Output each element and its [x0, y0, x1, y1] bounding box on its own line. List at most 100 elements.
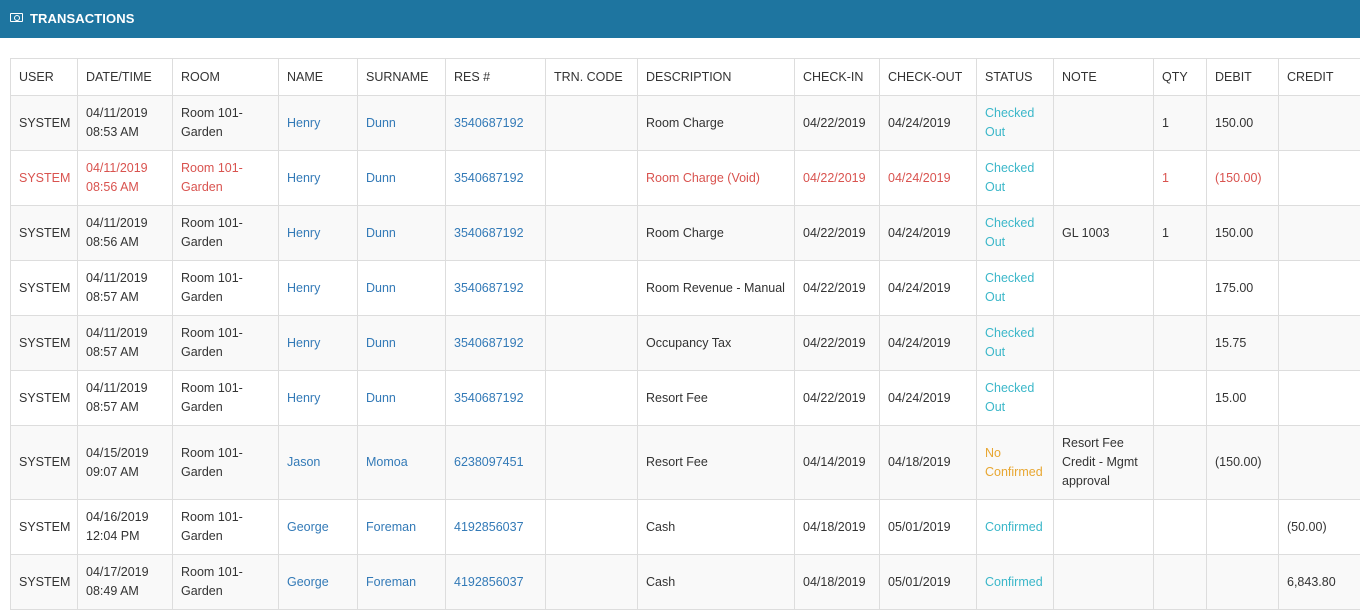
cell-credit: 6,843.80	[1279, 555, 1360, 610]
guest-name-link[interactable]: George	[279, 555, 358, 610]
cell-credit	[1279, 151, 1360, 206]
cell-credit	[1279, 371, 1360, 426]
column-header-user[interactable]: USER	[11, 59, 78, 96]
column-header-qty[interactable]: QTY	[1154, 59, 1207, 96]
cell-time: 08:56 AM	[86, 180, 139, 194]
reservation-number-link[interactable]: 3540687192	[446, 96, 546, 151]
guest-surname-link[interactable]: Foreman	[358, 555, 446, 610]
column-header-checkin[interactable]: CHECK-IN	[795, 59, 880, 96]
reservation-number-link[interactable]: 3540687192	[446, 371, 546, 426]
column-header-note[interactable]: NOTE	[1054, 59, 1154, 96]
cell-trn-code	[546, 316, 638, 371]
status-badge: CheckedOut	[977, 316, 1054, 371]
cell-checkout: 04/24/2019	[880, 151, 977, 206]
column-header-room[interactable]: ROOM	[173, 59, 279, 96]
cell-debit: 150.00	[1207, 96, 1279, 151]
guest-surname-link[interactable]: Dunn	[358, 96, 446, 151]
cell-date: 04/17/2019	[86, 565, 149, 579]
cell-room-line2: Garden	[181, 345, 223, 359]
cell-room-line2: Garden	[181, 235, 223, 249]
cell-trn-code	[546, 261, 638, 316]
cell-datetime: 04/11/201908:56 AM	[78, 151, 173, 206]
cell-qty	[1154, 316, 1207, 371]
cell-date: 04/11/2019	[86, 216, 148, 230]
cell-room-line1: Room 101-	[181, 271, 243, 285]
note-line1: Resort Fee	[1062, 436, 1124, 450]
cell-room: Room 101-Garden	[173, 261, 279, 316]
column-header-surname[interactable]: SURNAME	[358, 59, 446, 96]
cell-user: SYSTEM	[11, 206, 78, 261]
table-header-row: USER DATE/TIME ROOM NAME SURNAME RES # T…	[11, 59, 1360, 96]
column-header-status[interactable]: STATUS	[977, 59, 1054, 96]
guest-name-link[interactable]: George	[279, 500, 358, 555]
cell-user: SYSTEM	[11, 316, 78, 371]
guest-surname-link[interactable]: Dunn	[358, 206, 446, 261]
guest-name-link[interactable]: Henry	[279, 151, 358, 206]
cell-description: Cash	[638, 500, 795, 555]
cell-note	[1054, 316, 1154, 371]
guest-surname-link[interactable]: Dunn	[358, 261, 446, 316]
guest-name-link[interactable]: Henry	[279, 316, 358, 371]
table-row: SYSTEM 04/11/201908:57 AM Room 101-Garde…	[11, 316, 1360, 371]
status-line2: Confirmed	[985, 465, 1043, 479]
cell-note	[1054, 371, 1154, 426]
guest-surname-link[interactable]: Dunn	[358, 371, 446, 426]
guest-name-link[interactable]: Henry	[279, 371, 358, 426]
guest-surname-link[interactable]: Dunn	[358, 151, 446, 206]
status-line2: Out	[985, 290, 1005, 304]
column-header-checkout[interactable]: CHECK-OUT	[880, 59, 977, 96]
cell-trn-code	[546, 151, 638, 206]
column-header-debit[interactable]: DEBIT	[1207, 59, 1279, 96]
column-header-credit[interactable]: CREDIT	[1279, 59, 1360, 96]
column-header-description[interactable]: DESCRIPTION	[638, 59, 795, 96]
note-line2: Credit - Mgmt	[1062, 455, 1138, 469]
page-title: TRANSACTIONS	[30, 11, 134, 26]
column-header-res[interactable]: RES #	[446, 59, 546, 96]
cell-credit	[1279, 261, 1360, 316]
guest-name-link[interactable]: Henry	[279, 206, 358, 261]
cell-qty	[1154, 555, 1207, 610]
guest-surname-link[interactable]: Dunn	[358, 316, 446, 371]
cell-date: 04/15/2019	[86, 446, 149, 460]
reservation-number-link[interactable]: 4192856037	[446, 500, 546, 555]
cell-room: Room 101-Garden	[173, 316, 279, 371]
cell-datetime: 04/17/201908:49 AM	[78, 555, 173, 610]
cell-debit: 150.00	[1207, 206, 1279, 261]
cell-checkin: 04/22/2019	[795, 206, 880, 261]
guest-surname-link[interactable]: Foreman	[358, 500, 446, 555]
status-line2: Out	[985, 125, 1005, 139]
cell-note	[1054, 261, 1154, 316]
cell-description: Room Charge	[638, 206, 795, 261]
guest-name-link[interactable]: Henry	[279, 96, 358, 151]
cell-checkin: 04/22/2019	[795, 96, 880, 151]
cell-checkout: 05/01/2019	[880, 555, 977, 610]
table-row: SYSTEM 04/11/201908:57 AM Room 101-Garde…	[11, 261, 1360, 316]
cell-credit	[1279, 316, 1360, 371]
column-header-datetime[interactable]: DATE/TIME	[78, 59, 173, 96]
reservation-number-link[interactable]: 6238097451	[446, 426, 546, 500]
cell-datetime: 04/16/201912:04 PM	[78, 500, 173, 555]
reservation-number-link[interactable]: 3540687192	[446, 151, 546, 206]
cell-qty: 1	[1154, 96, 1207, 151]
guest-surname-link[interactable]: Momoa	[358, 426, 446, 500]
cell-checkin: 04/22/2019	[795, 316, 880, 371]
reservation-number-link[interactable]: 3540687192	[446, 261, 546, 316]
table-row: SYSTEM 04/11/201908:57 AM Room 101-Garde…	[11, 371, 1360, 426]
cell-debit	[1207, 555, 1279, 610]
column-header-name[interactable]: NAME	[279, 59, 358, 96]
status-line2: Out	[985, 235, 1005, 249]
cell-room: Room 101-Garden	[173, 426, 279, 500]
cell-date: 04/11/2019	[86, 271, 148, 285]
cell-user: SYSTEM	[11, 371, 78, 426]
cell-description: Resort Fee	[638, 371, 795, 426]
status-badge: CheckedOut	[977, 151, 1054, 206]
guest-name-link[interactable]: Jason	[279, 426, 358, 500]
cell-description: Room Charge (Void)	[638, 151, 795, 206]
guest-name-link[interactable]: Henry	[279, 261, 358, 316]
reservation-number-link[interactable]: 3540687192	[446, 316, 546, 371]
status-line1: Checked	[985, 326, 1034, 340]
reservation-number-link[interactable]: 4192856037	[446, 555, 546, 610]
column-header-trn-code[interactable]: TRN. CODE	[546, 59, 638, 96]
reservation-number-link[interactable]: 3540687192	[446, 206, 546, 261]
cell-room: Room 101-Garden	[173, 206, 279, 261]
